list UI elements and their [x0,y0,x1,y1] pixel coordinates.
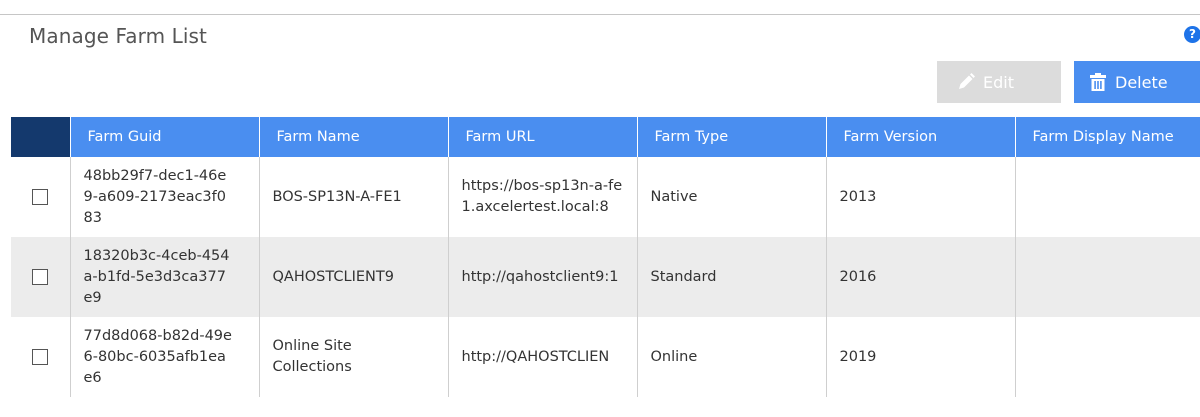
delete-button[interactable]: Delete [1074,61,1200,103]
farm-guid-text: 18320b3c-4ceb-454a-b1fd-5e3d3ca377e9 [83,247,230,306]
row-checkbox[interactable] [32,188,49,205]
column-header-farm-display-name[interactable]: Farm Display Name [1015,117,1200,157]
farm-type-cell: Standard [637,237,827,317]
farm-display-name-cell [1015,237,1200,317]
column-header-farm-name[interactable]: Farm Name [259,117,449,157]
edit-button[interactable]: Edit [937,61,1061,103]
edit-button-label: Edit [983,72,1014,92]
farm-guid-text: 48bb29f7-dec1-46e9-a609-2173eac3f083 [83,167,227,226]
top-divider [0,14,1200,15]
farm-url-cell: http://QAHOSTCLIEN [448,317,638,397]
farm-url-cell: https://bos-sp13n-a-fe1.axcelertest.loca… [448,157,638,237]
farm-name-cell: Online Site Collections [259,317,449,397]
farm-version-cell: 2013 [826,157,1016,237]
row-select-cell [11,317,71,397]
column-header-farm-type[interactable]: Farm Type [637,117,827,157]
farm-guid-text: 77d8d068-b82d-49e6-80bc-6035afb1eae6 [83,327,232,386]
column-header-farm-version[interactable]: Farm Version [826,117,1016,157]
farm-display-name-cell [1015,157,1200,237]
table-row[interactable]: 77d8d068-b82d-49e6-80bc-6035afb1eae6 Onl… [11,317,1200,397]
table-header-row: Farm Guid Farm Name Farm URL Farm Type F… [11,117,1200,157]
column-header-farm-url[interactable]: Farm URL [448,117,638,157]
row-checkbox[interactable] [32,268,49,285]
farm-url-cell: http://qahostclient9:1 [448,237,638,317]
farm-version-cell: 2019 [826,317,1016,397]
table-row[interactable]: 18320b3c-4ceb-454a-b1fd-5e3d3ca377e9 QAH… [11,237,1200,317]
page-title: Manage Farm List [29,24,207,48]
farm-url-text: http://QAHOSTCLIEN [461,348,610,365]
farm-name-cell: BOS-SP13N-A-FE1 [259,157,449,237]
farm-version-cell: 2016 [826,237,1016,317]
column-header-farm-guid[interactable]: Farm Guid [70,117,260,157]
trash-icon [1088,72,1108,92]
farm-guid-cell: 77d8d068-b82d-49e6-80bc-6035afb1eae6 [70,317,260,397]
row-checkbox[interactable] [32,348,49,365]
farm-name-cell: QAHOSTCLIENT9 [259,237,449,317]
farm-type-cell: Native [637,157,827,237]
table-row[interactable]: 48bb29f7-dec1-46e9-a609-2173eac3f083 BOS… [11,157,1200,237]
select-column-header [11,117,71,157]
row-select-cell [11,157,71,237]
farm-url-text: http://qahostclient9:1 [461,268,619,285]
farm-type-cell: Online [637,317,827,397]
pencil-icon [956,72,976,92]
row-select-cell [11,237,71,317]
farm-guid-cell: 18320b3c-4ceb-454a-b1fd-5e3d3ca377e9 [70,237,260,317]
farm-url-text: https://bos-sp13n-a-fe1.axcelertest.loca… [461,178,623,215]
farm-guid-cell: 48bb29f7-dec1-46e9-a609-2173eac3f083 [70,157,260,237]
farm-list-table: Farm Guid Farm Name Farm URL Farm Type F… [11,117,1200,397]
farm-display-name-cell [1015,317,1200,397]
help-icon[interactable]: ? [1184,26,1200,43]
delete-button-label: Delete [1115,72,1168,92]
farm-name-text: Online Site Collections [272,338,352,375]
